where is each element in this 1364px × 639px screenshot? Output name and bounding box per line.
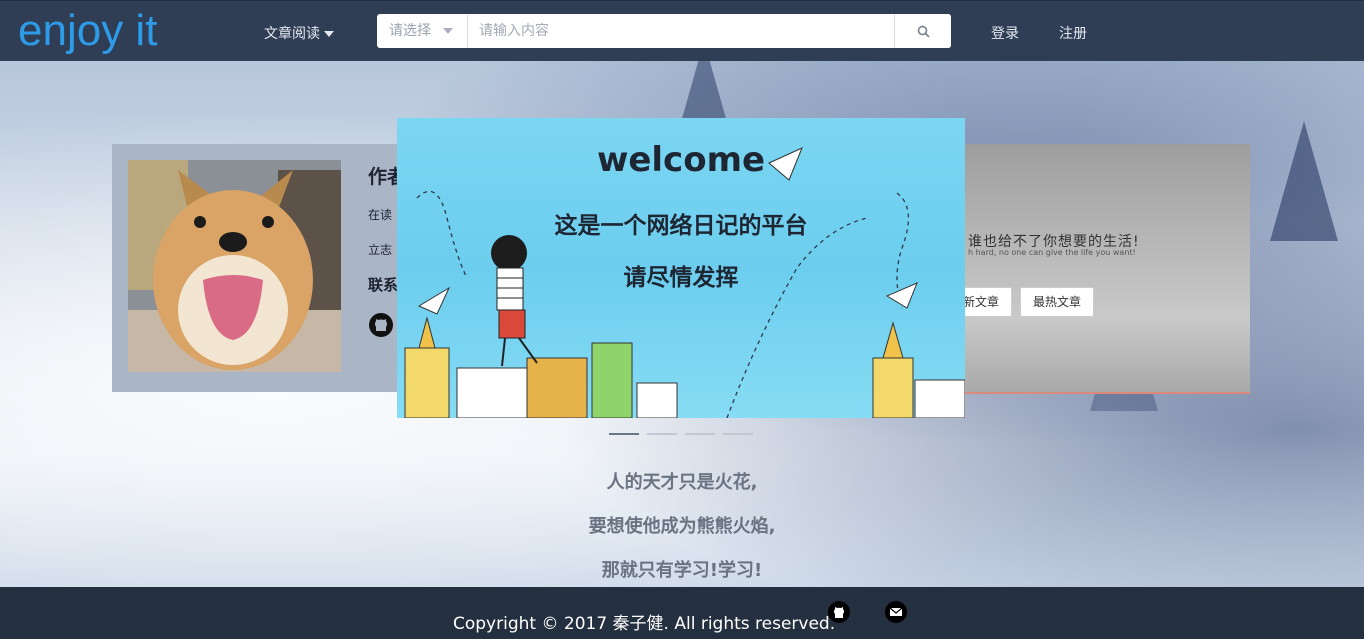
login-link[interactable]: 登录 [991,23,1019,43]
github-link[interactable] [368,312,394,342]
contact-title: 联系 [368,276,399,294]
chevron-down-icon [443,28,453,34]
article-reading-label: 文章阅读 [264,26,320,42]
quote-line-1: 人的天才只是火花, [606,472,758,493]
author-avatar [128,160,341,372]
footer-github-link[interactable] [828,601,850,623]
author-aim: 立志 [368,243,393,257]
site-logo[interactable]: enjoy it [18,5,157,57]
github-icon [834,607,844,618]
footer-email-link[interactable] [885,601,907,623]
quote-line-2: 要想使他成为熊熊火焰, [588,516,776,537]
carousel-indicator-3[interactable] [685,433,715,435]
carousel-indicator-1[interactable] [609,433,639,435]
search-bar: 请选择 [377,14,951,48]
hot-articles-button[interactable]: 最热文章 [1020,287,1095,317]
email-icon [889,607,903,616]
welcome-line-1: 这是一个网络日记的平台 [554,213,808,239]
welcome-slide[interactable]: welcome 这是一个网络日记的平台 请尽情发挥 [397,118,965,418]
github-icon [369,313,393,337]
right-subtitle: h hard, no one can give the life you wan… [968,248,1136,257]
caret-down-icon [324,31,334,37]
search-category-label: 请选择 [389,23,431,39]
site-footer: Copyright © 2017 秦子健. All rights reserve… [0,587,1364,639]
welcome-line-2: 请尽情发挥 [623,265,739,291]
welcome-title: welcome [596,140,766,180]
article-reading-dropdown[interactable]: 文章阅读 [264,23,334,43]
search-button[interactable] [894,14,951,48]
search-input[interactable] [469,14,892,48]
quote-line-3: 那就只有学习!学习! [601,560,763,581]
register-link[interactable]: 注册 [1059,23,1087,43]
carousel-indicator-4[interactable] [723,433,753,435]
search-category-select[interactable]: 请选择 [377,14,468,48]
copyright-text: Copyright © 2017 秦子健. All rights reserve… [453,614,836,634]
hero-section: 作者 在读 立志 联系 谁也给不了你想要的生活! h hard, no one … [0,61,1364,587]
top-navbar: enjoy it 文章阅读 请选择 登录 注册 [0,0,1364,62]
author-status: 在读 [368,208,393,222]
carousel-indicator-2[interactable] [647,433,677,435]
background-tree [1270,121,1338,241]
author-card: 作者 在读 立志 联系 [112,144,412,392]
search-icon [917,25,930,38]
slide-right-card: 谁也给不了你想要的生活! h hard, no one can give the… [950,144,1250,394]
